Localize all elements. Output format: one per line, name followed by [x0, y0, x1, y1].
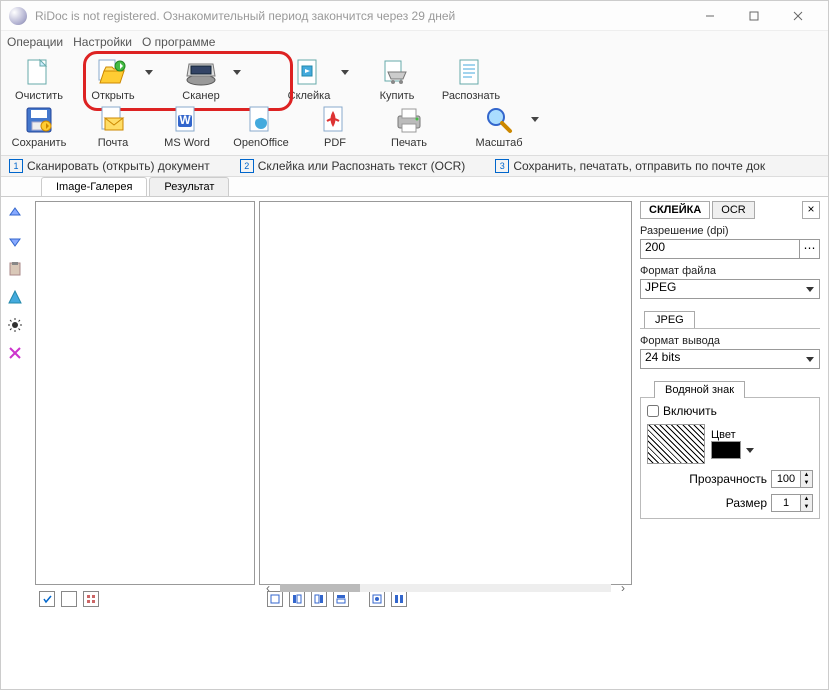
color-label: Цвет — [711, 429, 741, 441]
preview-panel: ‹ › — [259, 201, 632, 585]
tab-ocr-settings[interactable]: OCR — [712, 201, 754, 219]
opacity-spinner[interactable]: 100▲▼ — [771, 470, 813, 488]
step-bar: 1 Сканировать (открыть) документ 2 Склейка… — [1, 155, 828, 177]
rotate-icon[interactable] — [7, 289, 25, 307]
mail-button[interactable]: Почта — [83, 104, 143, 149]
svg-text:W: W — [179, 113, 191, 127]
horizontal-scrollbar[interactable]: ‹ › — [260, 580, 631, 596]
arrow-down-icon[interactable] — [7, 233, 25, 251]
step-3-label: Сохранить, печатать, отправить по почте … — [513, 159, 765, 173]
view-grid-icon[interactable] — [83, 591, 99, 607]
tab-gallery[interactable]: Image-Галерея — [41, 177, 147, 196]
format-label: Формат файла — [640, 265, 820, 277]
magnifier-icon — [482, 104, 516, 136]
maximize-button[interactable] — [732, 2, 776, 30]
clear-button[interactable]: Очистить — [9, 57, 69, 102]
watermark-subtab[interactable]: Водяной знак — [654, 381, 745, 398]
close-button[interactable] — [776, 2, 820, 30]
ocr-icon — [454, 57, 488, 89]
watermark-enable-checkbox[interactable] — [647, 405, 659, 417]
menu-operations[interactable]: Операции — [7, 35, 63, 49]
main-tabs: Image-Галерея Результат — [1, 177, 828, 197]
buy-button[interactable]: Купить — [367, 57, 427, 102]
watermark-pattern-preview[interactable] — [647, 424, 705, 464]
tab-result[interactable]: Результат — [149, 177, 229, 196]
title-bar: RiDoc is not registered. Ознакомительный… — [1, 1, 828, 31]
printer-icon — [392, 104, 426, 136]
blank-page-icon — [22, 57, 56, 89]
view-check-icon[interactable] — [39, 591, 55, 607]
cart-icon — [380, 57, 414, 89]
output-select[interactable]: 24 bits — [640, 349, 820, 369]
delete-icon[interactable] — [7, 345, 25, 363]
save-button[interactable]: Сохранить — [9, 104, 69, 149]
word-icon: W — [170, 104, 204, 136]
glue-dropdown[interactable] — [341, 70, 349, 75]
pdf-icon — [318, 104, 352, 136]
format-select[interactable]: JPEG — [640, 279, 820, 299]
app-icon — [9, 7, 27, 25]
scanner-button[interactable]: Сканер — [171, 57, 231, 102]
menu-bar: Операции Настройки О программе — [1, 31, 828, 53]
menu-settings[interactable]: Настройки — [73, 35, 132, 49]
opacity-label: Прозрачность — [689, 472, 767, 486]
toolbar: Очистить Открыть Сканер Склейка — [1, 53, 828, 155]
dpi-label: Разрешение (dpi) — [640, 225, 820, 237]
close-panel-button[interactable]: × — [802, 201, 820, 219]
scanner-dropdown[interactable] — [233, 70, 241, 75]
tab-glue-settings[interactable]: СКЛЕЙКА — [640, 201, 710, 219]
watermark-enable-label: Включить — [663, 404, 717, 418]
openoffice-button[interactable]: OpenOffice — [231, 104, 291, 149]
step-1-icon: 1 — [9, 159, 23, 173]
zoom-dropdown[interactable] — [531, 117, 539, 122]
pdf-button[interactable]: PDF — [305, 104, 365, 149]
gallery-panel — [35, 201, 255, 585]
save-icon — [22, 104, 56, 136]
menu-about[interactable]: О программе — [142, 35, 215, 49]
step-2-icon: 2 — [240, 159, 254, 173]
size-spinner[interactable]: 1▲▼ — [771, 494, 813, 512]
zoom-button[interactable]: Масштаб — [469, 104, 529, 149]
side-toolbar — [1, 197, 31, 589]
step-2-label: Склейка или Распознать текст (OCR) — [258, 159, 466, 173]
step-1-label: Сканировать (открыть) документ — [27, 159, 210, 173]
output-label: Формат вывода — [640, 335, 820, 347]
recognize-button[interactable]: Распознать — [441, 57, 501, 102]
glue-icon — [292, 57, 326, 89]
window-title: RiDoc is not registered. Ознакомительный… — [35, 9, 688, 23]
step-3-icon: 3 — [495, 159, 509, 173]
size-label: Размер — [726, 496, 767, 510]
minimize-button[interactable] — [688, 2, 732, 30]
dpi-input[interactable]: 200⋯ — [640, 239, 820, 259]
folder-open-icon — [96, 57, 130, 89]
openoffice-icon — [244, 104, 278, 136]
glue-button[interactable]: Склейка — [279, 57, 339, 102]
jpeg-subtab[interactable]: JPEG — [644, 311, 695, 328]
mail-icon — [96, 104, 130, 136]
scanner-icon — [184, 57, 218, 89]
arrow-up-icon[interactable] — [7, 205, 25, 223]
workspace: ‹ › СКЛЕЙКА OCR × Разрешение (dpi) 200⋯ … — [1, 197, 828, 589]
clipboard-icon[interactable] — [7, 261, 25, 279]
msword-button[interactable]: W MS Word — [157, 104, 217, 149]
brightness-icon[interactable] — [7, 317, 25, 335]
view-uncheck-icon[interactable] — [61, 591, 77, 607]
open-dropdown[interactable] — [145, 70, 153, 75]
print-button[interactable]: Печать — [379, 104, 439, 149]
settings-panel: СКЛЕЙКА OCR × Разрешение (dpi) 200⋯ Форм… — [636, 197, 828, 589]
color-picker[interactable] — [711, 441, 741, 459]
dpi-browse-button[interactable]: ⋯ — [799, 240, 819, 258]
open-button[interactable]: Открыть — [83, 57, 143, 102]
watermark-group: Включить Цвет Прозрачность 100▲▼ Размер … — [640, 397, 820, 519]
gallery-view-buttons — [31, 589, 259, 609]
